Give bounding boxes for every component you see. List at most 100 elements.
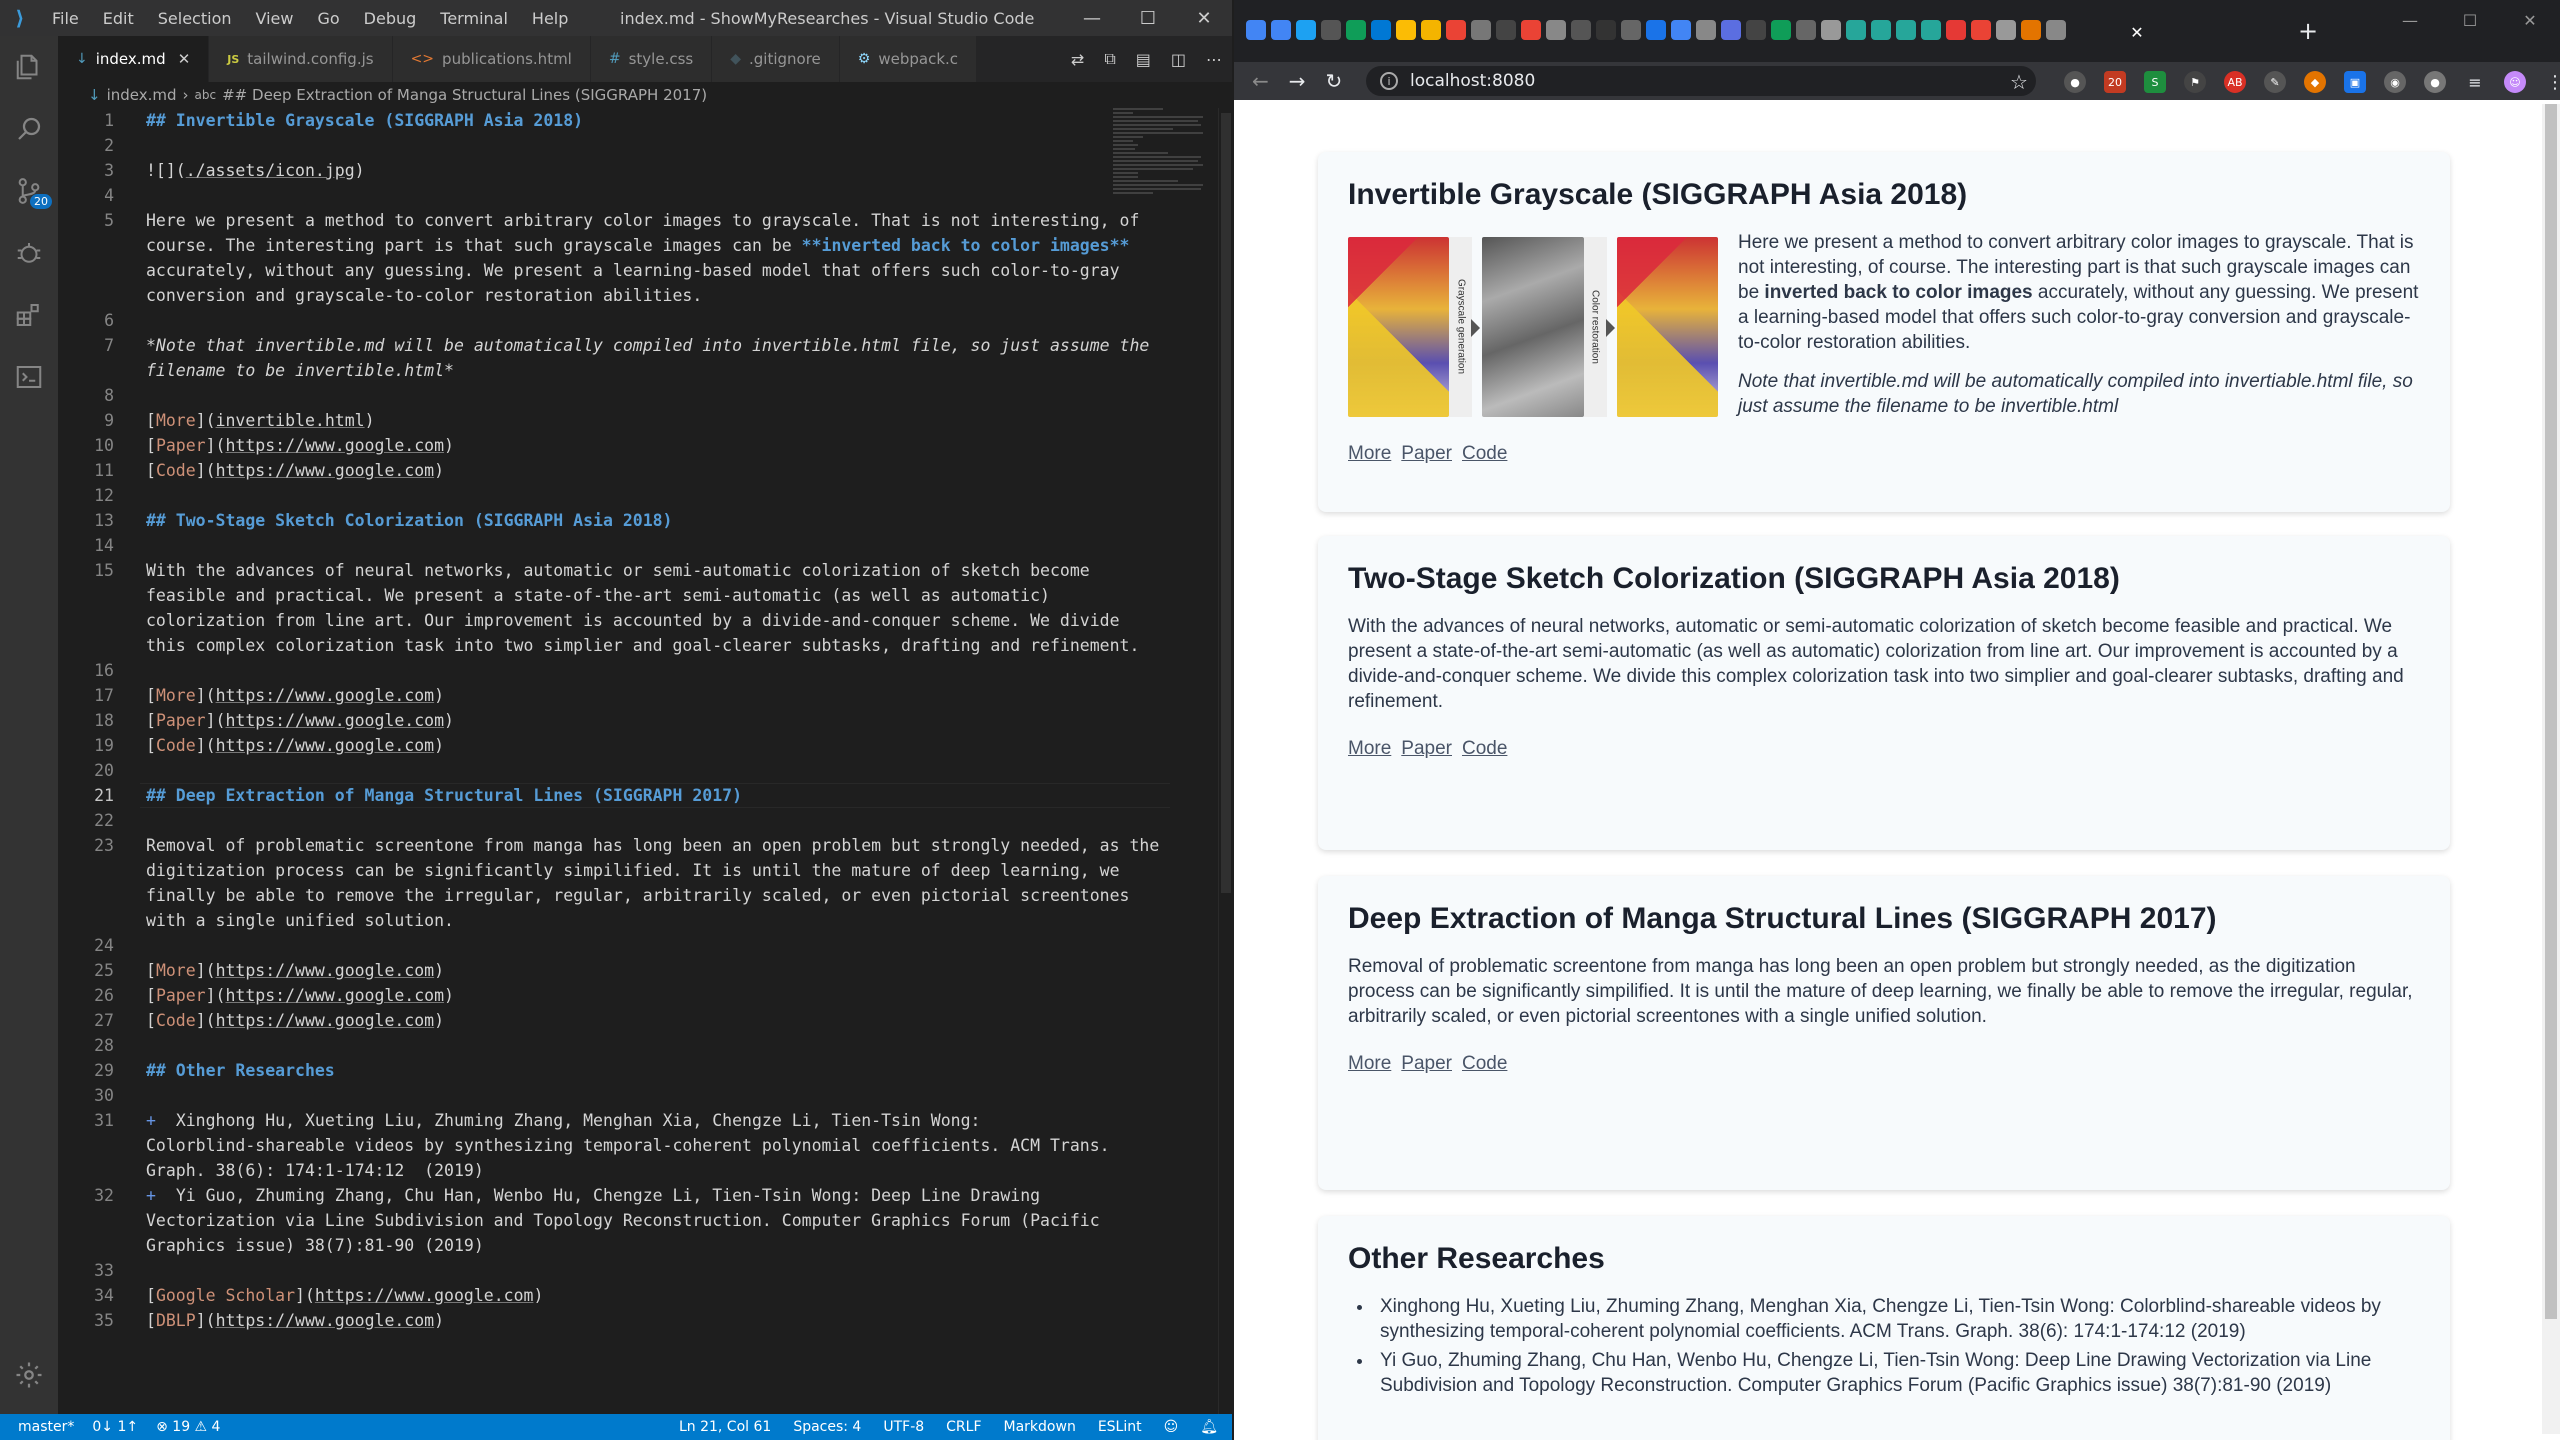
pinned-tab-favicon-icon[interactable] (1471, 20, 1491, 40)
pinned-tab-favicon-icon[interactable] (1596, 20, 1616, 40)
back-arrow-icon[interactable]: ← (1252, 69, 1269, 93)
explorer-icon[interactable] (0, 36, 58, 98)
pinned-tab-favicon-icon[interactable] (1996, 20, 2016, 40)
extension-icon[interactable]: ● (2064, 71, 2086, 93)
menu-selection[interactable]: Selection (146, 9, 244, 28)
extension-icon[interactable]: ◆ (2304, 71, 2326, 93)
sync-status[interactable]: 0↓ 1↑ (92, 1419, 138, 1435)
pinned-tab-favicon-icon[interactable] (1746, 20, 1766, 40)
menu-terminal[interactable]: Terminal (428, 9, 520, 28)
pinned-tab-favicon-icon[interactable] (1521, 20, 1541, 40)
pinned-tab-favicon-icon[interactable] (1646, 20, 1666, 40)
pinned-tab-favicon-icon[interactable] (2046, 20, 2066, 40)
pinned-tab-favicon-icon[interactable] (1346, 20, 1366, 40)
pinned-tab-favicon-icon[interactable] (1621, 20, 1641, 40)
language-mode[interactable]: Markdown (1004, 1419, 1076, 1435)
indentation[interactable]: Spaces: 4 (793, 1419, 861, 1435)
end-of-line[interactable]: CRLF (946, 1419, 981, 1435)
code-link[interactable]: Code (1462, 738, 1507, 760)
close-icon[interactable]: ✕ (2500, 0, 2560, 40)
pinned-tab-favicon-icon[interactable] (1421, 20, 1441, 40)
extension-icon[interactable]: ▣ (2344, 71, 2366, 93)
page-scrollbar[interactable] (2542, 104, 2560, 1434)
pinned-tab-favicon-icon[interactable] (2021, 20, 2041, 40)
pinned-tab-favicon-icon[interactable] (1971, 20, 1991, 40)
more-link[interactable]: More (1348, 1053, 1391, 1075)
problems-count[interactable]: ⊗ 19 ⚠ 4 (156, 1419, 220, 1435)
menu-go[interactable]: Go (305, 9, 351, 28)
s-extension-icon[interactable]: S (2144, 71, 2166, 93)
encoding[interactable]: UTF-8 (883, 1419, 924, 1435)
pinned-tab-favicon-icon[interactable] (1246, 20, 1266, 40)
extensions-icon[interactable] (0, 284, 58, 346)
minimap[interactable] (1113, 108, 1208, 218)
tab-index-md[interactable]: ↓ index.md ✕ (58, 36, 210, 82)
debug-icon[interactable] (0, 222, 58, 284)
tab-webpack-config[interactable]: ⚙ webpack.c (839, 36, 978, 82)
more-link[interactable]: More (1348, 738, 1391, 760)
pinned-tab-favicon-icon[interactable] (1821, 20, 1841, 40)
more-link[interactable]: More (1348, 443, 1391, 465)
paper-link[interactable]: Paper (1401, 443, 1452, 465)
compare-changes-icon[interactable]: ⇄ (1071, 50, 1084, 69)
pinned-tab-favicon-icon[interactable] (1796, 20, 1816, 40)
paper-link[interactable]: Paper (1401, 1053, 1452, 1075)
pinned-tab-favicon-icon[interactable] (1496, 20, 1516, 40)
chrome-menu-icon[interactable]: ⋮ (2544, 71, 2560, 93)
new-tab-plus-icon[interactable]: + (2298, 17, 2318, 45)
menu-file[interactable]: File (40, 9, 91, 28)
code-link[interactable]: Code (1462, 443, 1507, 465)
cursor-position[interactable]: Ln 21, Col 61 (679, 1419, 771, 1435)
profile-avatar[interactable]: ☺ (2504, 71, 2526, 93)
forward-arrow-icon[interactable]: → (1289, 69, 1306, 93)
pinned-tab-favicon-icon[interactable] (1271, 20, 1291, 40)
active-tab-close-icon[interactable]: ✕ (2122, 18, 2152, 46)
code-editor[interactable]: 1 ## Invertible Grayscale (SIGGRAPH Asia … (58, 108, 1232, 1414)
pinned-tab-favicon-icon[interactable] (1296, 20, 1316, 40)
editor-scrollbar[interactable] (1218, 108, 1232, 1414)
tab-gitignore[interactable]: ◆ .gitignore (712, 36, 840, 82)
pinned-tab-favicon-icon[interactable] (1846, 20, 1866, 40)
pinned-tab-favicon-icon[interactable] (1571, 20, 1591, 40)
reload-icon[interactable]: ↻ (1326, 69, 1343, 93)
open-preview-icon[interactable]: ⧉ (1104, 49, 1115, 69)
breadcrumb-symbol[interactable]: ## Deep Extraction of Manga Structural L… (222, 86, 707, 104)
info-icon[interactable]: i (1380, 72, 1398, 90)
address-bar[interactable]: i localhost:8080 (1366, 66, 2036, 96)
tab-tailwind-config[interactable]: JS tailwind.config.js (209, 36, 393, 82)
extension-icon[interactable]: ✎ (2264, 71, 2286, 93)
pinned-tab-favicon-icon[interactable] (1546, 20, 1566, 40)
code-link[interactable]: Code (1462, 1053, 1507, 1075)
pinned-tab-favicon-icon[interactable] (1371, 20, 1391, 40)
pinned-tab-favicon-icon[interactable] (1921, 20, 1941, 40)
pinned-tab-favicon-icon[interactable] (1396, 20, 1416, 40)
extension-icon[interactable]: ⚑ (2184, 71, 2206, 93)
split-editor-icon[interactable]: ◫ (1171, 50, 1186, 69)
pinned-tab-favicon-icon[interactable] (1696, 20, 1716, 40)
menu-help[interactable]: Help (520, 9, 580, 28)
more-actions-icon[interactable]: ⋯ (1206, 50, 1222, 69)
paper-link[interactable]: Paper (1401, 738, 1452, 760)
search-icon[interactable] (0, 98, 58, 160)
settings-gear-icon[interactable] (0, 1344, 58, 1406)
pinned-tab-favicon-icon[interactable] (1321, 20, 1341, 40)
minimize-icon[interactable]: — (1064, 0, 1120, 36)
maximize-icon[interactable]: ☐ (2440, 0, 2500, 40)
mail-extension-icon[interactable]: 20 (2104, 71, 2126, 93)
menu-view[interactable]: View (244, 9, 306, 28)
pinned-tab-favicon-icon[interactable] (1871, 20, 1891, 40)
adblock-icon[interactable]: AB (2224, 71, 2246, 93)
minimize-icon[interactable]: — (2380, 0, 2440, 40)
extension-icon[interactable]: ● (2424, 71, 2446, 93)
pinned-tab-favicon-icon[interactable] (1771, 20, 1791, 40)
source-control-icon[interactable]: 20 (0, 160, 58, 222)
git-branch[interactable]: master* (18, 1419, 74, 1435)
maximize-icon[interactable]: ☐ (1120, 0, 1176, 36)
tab-style-css[interactable]: # style.css (590, 36, 713, 82)
menu-edit[interactable]: Edit (91, 9, 146, 28)
terminal-panel-icon[interactable] (0, 346, 58, 408)
pinned-tab-favicon-icon[interactable] (1721, 20, 1741, 40)
eslint-status[interactable]: ESLint (1098, 1419, 1142, 1435)
pinned-tab-favicon-icon[interactable] (1671, 20, 1691, 40)
preview-side-icon[interactable]: ▤ (1136, 50, 1151, 69)
